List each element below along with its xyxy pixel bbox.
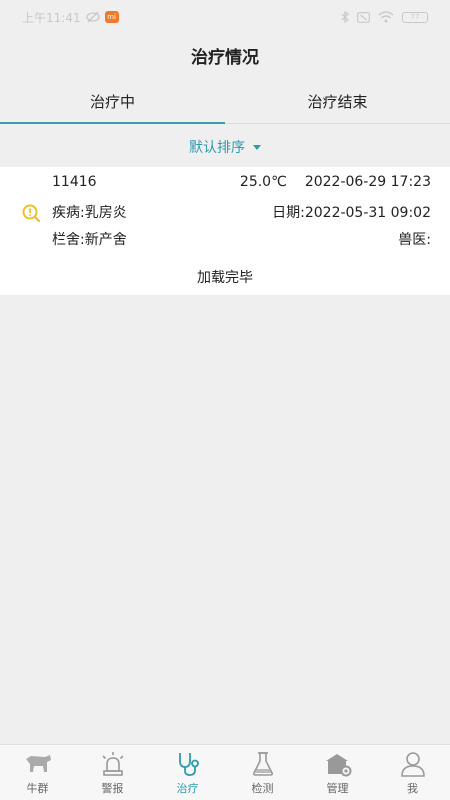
- caret-down-icon: [253, 144, 261, 150]
- barn-gear-icon: [325, 753, 351, 776]
- stethoscope-icon: [178, 752, 199, 776]
- nav-treatment[interactable]: 治疗: [150, 745, 225, 800]
- eye-off-icon: [85, 11, 100, 23]
- treatment-list: 11416 25.0℃ 2022-06-29 17:23 疾病:乳房炎 日期:2…: [0, 167, 450, 295]
- bottom-nav: 牛群 警报 治疗 检测 管理 我: [0, 744, 450, 800]
- sort-label: 默认排序: [189, 140, 245, 156]
- mi-app-icon: mi: [104, 11, 119, 23]
- temperature: 25.0℃: [239, 174, 287, 190]
- record-row-1: 11416 25.0℃ 2022-06-29 17:23: [52, 174, 431, 190]
- cow-id: 11416: [52, 174, 97, 190]
- nav-alarm[interactable]: 警报: [75, 745, 150, 800]
- alarm-icon: [101, 751, 124, 776]
- disease: 疾病:乳房炎: [52, 205, 127, 221]
- bluetooth-icon: [341, 11, 349, 23]
- status-time: 上午11:41: [22, 10, 81, 25]
- flask-icon: [252, 751, 273, 776]
- wifi-icon: [378, 11, 394, 23]
- sort-dropdown[interactable]: 默认排序: [0, 132, 450, 162]
- search-warning-icon: [22, 204, 41, 223]
- nav-detection[interactable]: 检测: [225, 745, 300, 800]
- record-row-2: 疾病:乳房炎 日期:2022-05-31 09:02: [52, 202, 431, 222]
- list-item[interactable]: 11416 25.0℃ 2022-06-29 17:23 疾病:乳房炎 日期:2…: [0, 167, 450, 255]
- sim-icon: [357, 11, 370, 23]
- barn: 栏舍:新产舍: [52, 232, 127, 248]
- nav-me[interactable]: 我: [375, 745, 450, 800]
- battery-icon: 77: [402, 11, 428, 23]
- page-title: 治疗情况: [191, 47, 259, 68]
- user-icon: [400, 751, 425, 777]
- tab-treatment-ended[interactable]: 治疗结束: [225, 80, 450, 123]
- load-complete-text: 加载完毕: [197, 270, 253, 286]
- nav-herd[interactable]: 牛群: [0, 745, 75, 800]
- vet: 兽医:: [398, 232, 431, 248]
- tab-bar: 治疗中 治疗结束: [0, 80, 450, 124]
- record-row-3: 栏舍:新产舍 兽医:: [52, 229, 431, 249]
- cow-icon: [25, 754, 51, 772]
- treatment-date: 日期:2022-05-31 09:02: [272, 205, 431, 221]
- tab-in-treatment[interactable]: 治疗中: [0, 80, 225, 124]
- status-bar: 上午11:41 mi 77: [0, 0, 450, 34]
- timestamp: 2022-06-29 17:23: [304, 174, 431, 190]
- nav-management[interactable]: 管理: [300, 745, 375, 800]
